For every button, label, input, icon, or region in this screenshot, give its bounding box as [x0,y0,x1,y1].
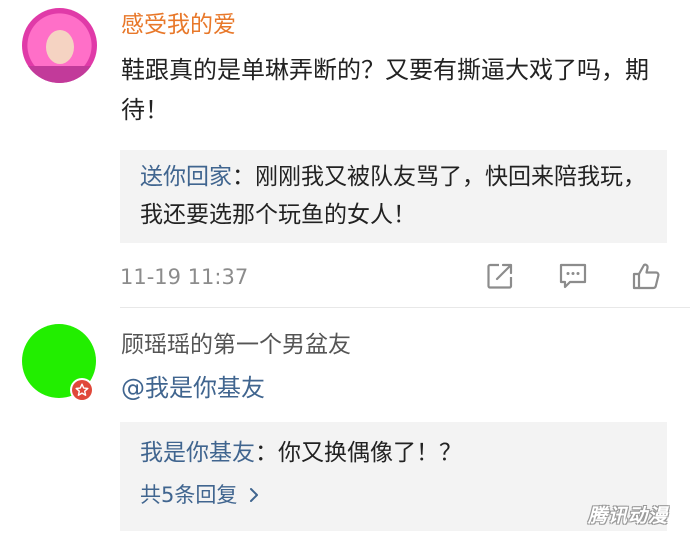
quoted-reply-body: 我是你基友：你又换偶像了！？ [140,434,647,472]
comment-1-quoted-reply[interactable]: 送你回家：刚刚我又被队友骂了，快回来陪我玩，我还要选那个玩鱼的女人！ [120,150,667,243]
share-icon [487,263,513,289]
comment-1-username[interactable]: 感受我的爱 [121,10,236,40]
comment-1-timestamp: 11-19 11:37 [120,265,249,289]
comment-thread: 感受我的爱 鞋跟真的是单琳弄断的？又要有撕逼大戏了吗，期待！ 送你回家：刚刚我又… [0,0,690,538]
like-button[interactable] [630,260,662,292]
view-more-replies-link[interactable]: 共5条回复 [140,478,647,512]
comment-2-username[interactable]: 顾瑶瑶的第一个男盆友 [121,330,351,360]
quoted-reply-user[interactable]: 我是你基友 [140,440,255,466]
comment-divider [120,307,690,308]
verified-badge [70,378,94,402]
star-badge-icon [75,383,89,396]
quoted-reply-text: 你又换偶像了！？ [278,440,462,466]
more-replies-label: 共5条回复 [140,483,238,507]
avatar-face [46,30,74,64]
quoted-reply-user[interactable]: 送你回家 [140,164,232,190]
thumbs-up-icon [632,263,660,290]
avatar-outfit [22,66,97,83]
comment-icon [559,263,587,289]
quoted-reply-body: 送你回家：刚刚我又被队友骂了，快回来陪我玩，我还要选那个玩鱼的女人！ [140,158,647,234]
comment-2-mention[interactable]: @我是你基友 [121,368,265,408]
comment-1-text: 鞋跟真的是单琳弄断的？又要有撕逼大戏了吗，期待！ [121,56,649,124]
quoted-reply-separator: ： [255,440,278,466]
avatar-user-1[interactable] [22,8,97,83]
comment-button[interactable] [557,260,589,292]
share-button[interactable] [484,260,516,292]
chevron-right-icon [250,488,259,502]
tencent-comics-watermark: 腾讯动漫 [587,504,668,527]
quoted-reply-separator: ： [232,164,255,190]
